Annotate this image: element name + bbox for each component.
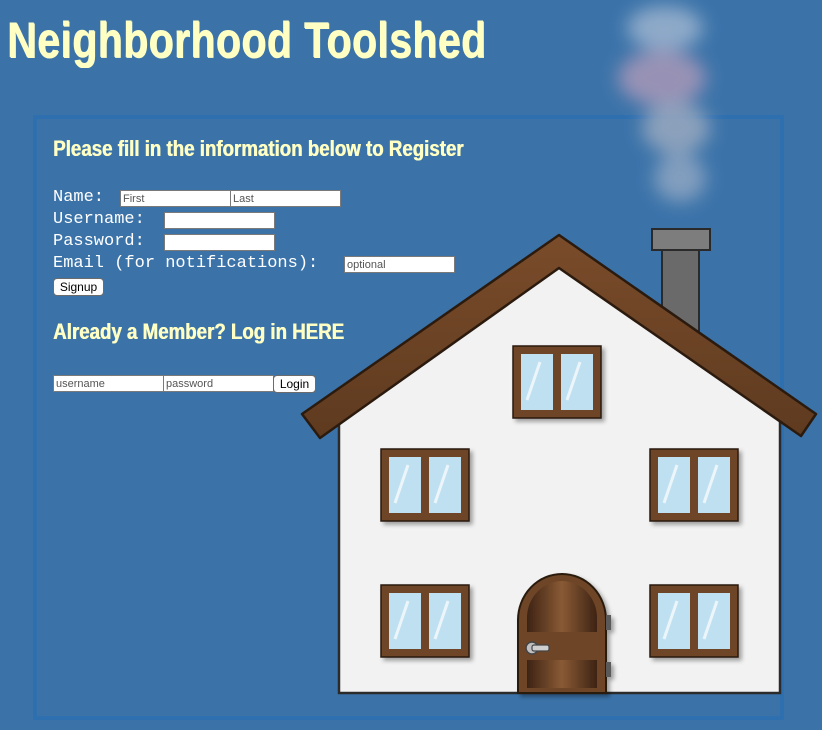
- username-label: Username:: [53, 210, 145, 229]
- register-username-input[interactable]: [164, 212, 275, 229]
- login-heading: Already a Member? Log in HERE: [53, 319, 344, 344]
- name-label: Name:: [53, 188, 105, 207]
- register-heading: Please fill in the information below to …: [53, 136, 464, 161]
- password-label: Password:: [53, 232, 145, 251]
- login-password-input[interactable]: [163, 375, 274, 392]
- signup-button[interactable]: Signup: [53, 278, 104, 296]
- login-button[interactable]: Login: [273, 375, 316, 393]
- site-title: Neighborhood Toolshed: [7, 12, 487, 68]
- email-label: Email (for notifications):: [53, 254, 319, 273]
- email-input[interactable]: [344, 256, 455, 273]
- last-name-input[interactable]: [230, 190, 341, 207]
- login-username-input[interactable]: [53, 375, 164, 392]
- first-name-input[interactable]: [120, 190, 231, 207]
- register-password-input[interactable]: [164, 234, 275, 251]
